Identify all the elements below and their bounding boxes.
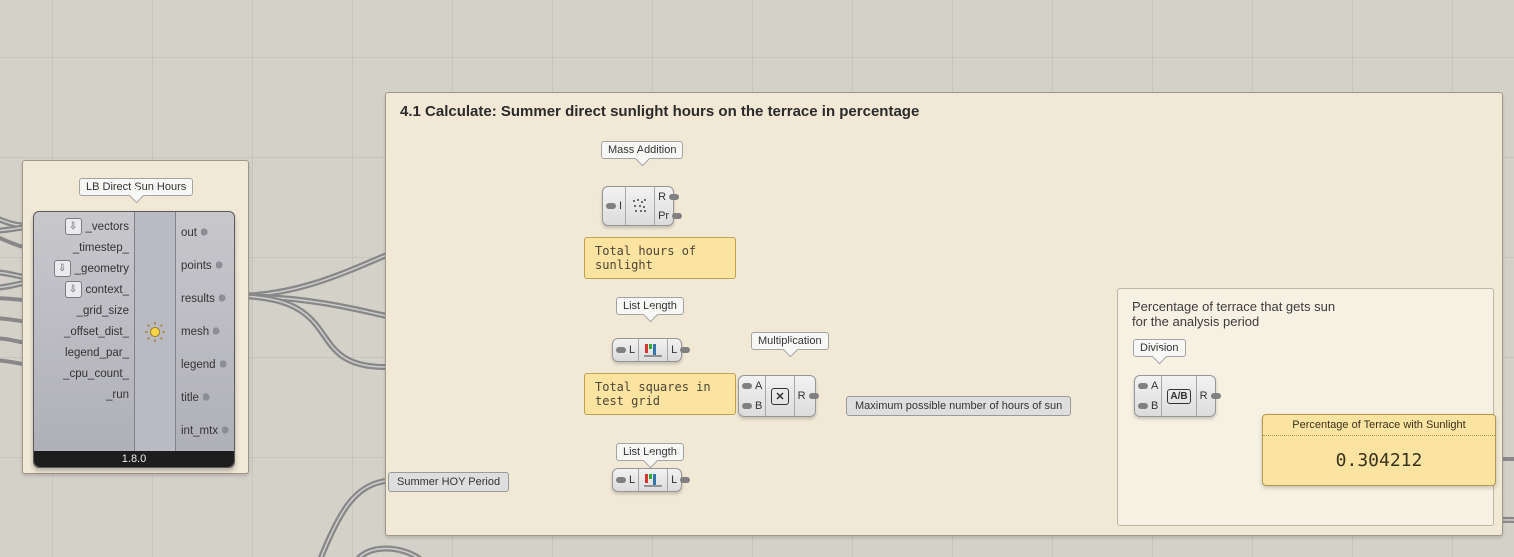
input-b[interactable]: B — [739, 397, 765, 415]
input-a[interactable]: A — [1135, 377, 1161, 395]
lb-icon-column — [134, 212, 176, 451]
mass-addition-component[interactable]: I R Pr — [602, 186, 674, 226]
input-label: _timestep_ — [73, 242, 129, 254]
division-description: Percentage of terrace that gets sun for … — [1132, 299, 1342, 329]
list-length-icon — [639, 339, 667, 361]
input-l[interactable]: L — [613, 471, 638, 489]
input-offset-dist[interactable]: _offset_dist_ — [64, 321, 134, 342]
sun-icon — [144, 321, 166, 343]
input-label: _geometry — [75, 263, 129, 275]
input-timestep[interactable]: _timestep_ — [73, 237, 134, 258]
input-label: _run — [106, 389, 129, 401]
mass-addition-label: Mass Addition — [601, 141, 683, 159]
division-component[interactable]: A B A/B R — [1134, 375, 1216, 417]
lb-outputs-column: out points results mesh legend title int… — [176, 212, 236, 451]
output-title[interactable]: title — [176, 381, 210, 414]
output-r[interactable]: R — [1197, 387, 1224, 405]
multiplication-label: Multiplication — [751, 332, 829, 350]
relay-summer-hoy-period[interactable]: Summer HOY Period — [388, 472, 509, 492]
output-label: mesh — [181, 326, 209, 338]
output-label: points — [181, 260, 212, 272]
output-label: title — [181, 392, 199, 404]
output-label: results — [181, 293, 215, 305]
lb-version: 1.8.0 — [34, 451, 234, 467]
note-total-squares-grid: Total squares in test grid — [584, 373, 736, 415]
list-length-2-component[interactable]: L L — [612, 468, 682, 492]
input-legend-par[interactable]: legend_par_ — [65, 342, 134, 363]
list-length-1-component[interactable]: L L — [612, 338, 682, 362]
output-mesh[interactable]: mesh — [176, 315, 220, 348]
input-a[interactable]: A — [739, 377, 765, 395]
input-label: _vectors — [86, 221, 129, 233]
division-icon: A/B — [1162, 376, 1195, 416]
output-int-mtx[interactable]: int_mtx — [176, 414, 229, 447]
multiplication-icon: ✕ — [766, 376, 793, 416]
lb-inputs-column: ⇩ _vectors _timestep_ ⇩ _geometry ⇩ context… — [34, 212, 134, 451]
relay-max-possible-hours[interactable]: Maximum possible number of hours of sun — [846, 396, 1071, 416]
input-label: _grid_size — [77, 305, 129, 317]
note-total-hours-sunlight: Total hours of sunlight — [584, 237, 736, 279]
input-context[interactable]: ⇩ context_ — [65, 279, 134, 300]
output-r[interactable]: R — [795, 387, 822, 405]
collapse-icon[interactable]: ⇩ — [54, 260, 71, 277]
input-b[interactable]: B — [1135, 397, 1161, 415]
input-run[interactable]: _run — [106, 384, 134, 405]
result-panel[interactable]: Percentage of Terrace with Sunlight 0.30… — [1262, 414, 1496, 486]
list-length-2-label: List Length — [616, 443, 684, 461]
group-title: 4.1 Calculate: Summer direct sunlight ho… — [386, 93, 1502, 130]
result-panel-title: Percentage of Terrace with Sunlight — [1263, 415, 1495, 436]
result-panel-value: 0.304212 — [1263, 436, 1495, 485]
output-pr[interactable]: Pr — [655, 207, 685, 225]
lb-direct-sun-hours-component[interactable]: ⇩ _vectors _timestep_ ⇩ _geometry ⇩ context… — [33, 211, 235, 468]
output-l[interactable]: L — [668, 341, 693, 359]
output-results[interactable]: results — [176, 282, 226, 315]
input-i[interactable]: I — [603, 197, 625, 215]
lb-component-label: LB Direct Sun Hours — [79, 178, 193, 196]
output-r[interactable]: R — [655, 188, 685, 206]
multiplication-component[interactable]: A B ✕ R — [738, 375, 816, 417]
list-length-1-label: List Length — [616, 297, 684, 315]
output-l[interactable]: L — [668, 471, 693, 489]
input-vectors[interactable]: ⇩ _vectors — [65, 216, 134, 237]
input-label: _offset_dist_ — [64, 326, 129, 338]
list-length-icon — [639, 469, 667, 491]
input-cpu-count[interactable]: _cpu_count_ — [63, 363, 134, 384]
collapse-icon[interactable]: ⇩ — [65, 281, 82, 298]
input-grid-size[interactable]: _grid_size — [77, 300, 134, 321]
input-l[interactable]: L — [613, 341, 638, 359]
output-label: out — [181, 227, 197, 239]
input-label: _cpu_count_ — [63, 368, 129, 380]
output-label: int_mtx — [181, 425, 218, 437]
division-label: Division — [1133, 339, 1186, 357]
output-legend[interactable]: legend — [176, 348, 227, 381]
output-label: legend — [181, 359, 216, 371]
output-out[interactable]: out — [176, 216, 208, 249]
input-label: legend_par_ — [65, 347, 129, 359]
output-points[interactable]: points — [176, 249, 223, 282]
mass-addition-icon — [626, 187, 654, 225]
input-geometry[interactable]: ⇩ _geometry — [54, 258, 134, 279]
input-label: context_ — [86, 284, 129, 296]
collapse-icon[interactable]: ⇩ — [65, 218, 82, 235]
